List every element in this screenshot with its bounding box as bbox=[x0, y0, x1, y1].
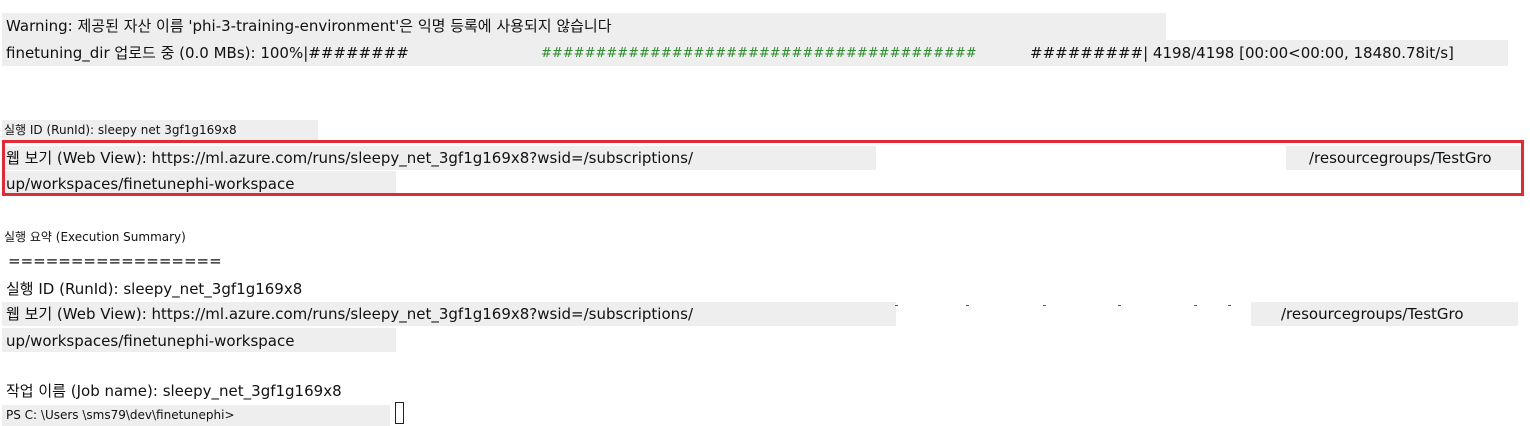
summary-divider: ================= bbox=[8, 252, 222, 270]
summary-web-view-link-continued[interactable]: /resourcegroups/TestGro bbox=[1281, 307, 1464, 322]
redaction-mark bbox=[895, 305, 898, 306]
run-id-line: 실행 ID (RunId): sleepy net 3gf1g169x8 bbox=[4, 123, 237, 137]
redaction-mark bbox=[1118, 305, 1121, 306]
redaction-mark bbox=[1194, 305, 1197, 306]
text-cursor bbox=[395, 402, 404, 424]
redaction-mark bbox=[1043, 305, 1046, 306]
execution-summary-heading: 실행 요약 (Execution Summary) bbox=[4, 230, 186, 244]
redaction-mark bbox=[966, 305, 969, 306]
job-name-line: 작업 이름 (Job name): sleepy_net_3gf1g169x8 bbox=[6, 382, 342, 400]
upload-progress-bar: ######################################## bbox=[541, 46, 977, 61]
shell-prompt[interactable]: PS C: \Users \sms79\dev\finetunephi> bbox=[6, 409, 235, 421]
redaction-mark bbox=[1228, 305, 1231, 306]
upload-progress-suffix: #########| 4198/4198 [00:00<00:00, 18480… bbox=[1030, 44, 1454, 62]
summary-web-view-link[interactable]: 웹 보기 (Web View): https://ml.azure.com/ru… bbox=[6, 307, 693, 322]
warning-message: Warning: 제공된 자산 이름 'phi-3-training-envir… bbox=[6, 17, 612, 35]
summary-run-id: 실행 ID (RunId): sleepy_net_3gf1g169x8 bbox=[6, 280, 303, 298]
summary-web-view-link-line2[interactable]: up/workspaces/finetunephi-workspace bbox=[6, 334, 294, 349]
web-view-highlight-box bbox=[2, 140, 1524, 196]
upload-progress-prefix: finetuning_dir 업로드 중 (0.0 MBs): 100%|###… bbox=[6, 44, 409, 62]
